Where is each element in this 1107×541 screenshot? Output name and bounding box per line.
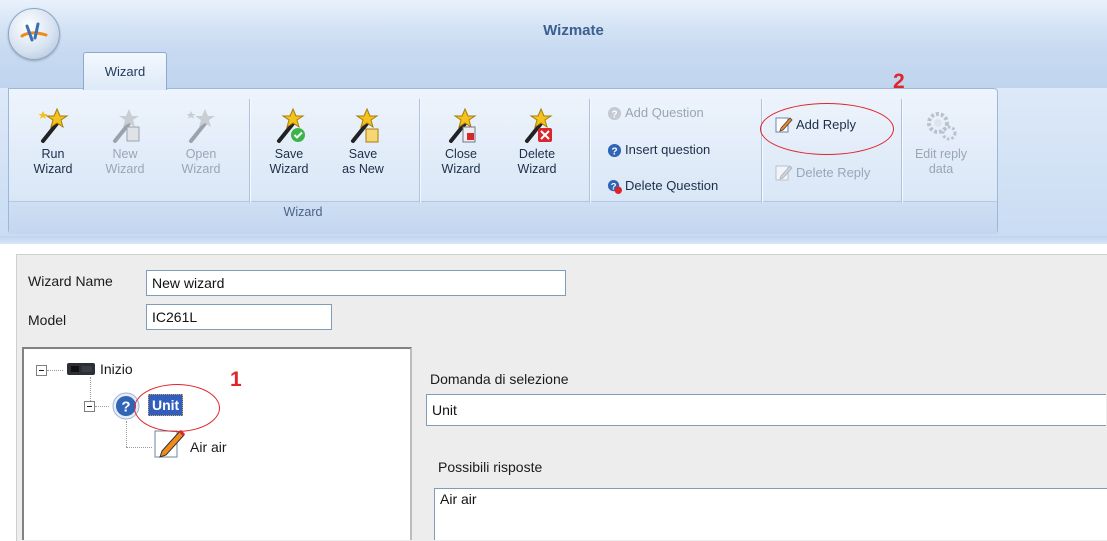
app-logo-icon <box>20 22 48 42</box>
model-label: Model <box>28 312 67 328</box>
add-question-label: Add Question <box>625 105 704 120</box>
wizard-name-label: Wizard Name <box>28 273 113 289</box>
question-icon: ? <box>607 143 622 157</box>
new-wizard-button[interactable]: New Wizard <box>93 105 157 177</box>
tree-line <box>90 377 91 403</box>
save-as-new-button[interactable]: Save as New <box>331 105 395 177</box>
app-title: Wizmate <box>543 22 604 39</box>
question-tree[interactable]: Inizio ? Unit Air air <box>22 347 412 540</box>
collapse-root-button[interactable] <box>36 365 47 376</box>
annotation-marker-2: 2 <box>893 70 905 93</box>
magic-wand-icon <box>38 107 69 143</box>
question-details-pane: Domanda di selezione Possibili risposte … <box>414 347 1107 540</box>
save-wizard-label: Save Wizard <box>269 147 309 176</box>
question-text-field[interactable] <box>426 394 1106 426</box>
magic-wand-save-as-icon <box>351 107 379 143</box>
close-wizard-button[interactable]: Close Wizard <box>429 105 493 177</box>
model-field[interactable] <box>146 304 332 330</box>
tree-node-air-air[interactable]: Air air <box>190 439 227 455</box>
annotation-marker-1: 1 <box>230 368 242 391</box>
insert-question-button[interactable]: ? Insert question <box>607 140 710 160</box>
edit-reply-data-label: Edit reply data <box>914 147 968 176</box>
magic-wand-open-icon <box>186 109 215 143</box>
svg-text:?: ? <box>611 146 617 157</box>
save-as-new-label: Save as New <box>342 147 384 176</box>
tree-line <box>126 447 152 448</box>
new-wizard-label: New Wizard <box>105 147 145 176</box>
gears-icon <box>927 112 957 141</box>
device-icon <box>67 363 95 375</box>
ribbon-group-label: Wizard <box>283 205 323 219</box>
question-label: Domanda di selezione <box>430 371 569 387</box>
delete-reply-button[interactable]: Delete Reply <box>775 163 870 183</box>
tree-line <box>95 406 109 407</box>
ribbon-separator <box>589 99 590 203</box>
magic-wand-close-icon <box>449 107 477 143</box>
tab-wizard[interactable]: Wizard <box>83 52 167 90</box>
ribbon-separator <box>249 99 250 203</box>
tree-root-label[interactable]: Inizio <box>100 361 133 377</box>
insert-question-label: Insert question <box>625 142 711 157</box>
body-divider <box>0 236 1107 244</box>
application-orb-button[interactable] <box>8 8 60 60</box>
edit-reply-data-button[interactable]: Edit reply data <box>907 105 975 177</box>
delete-question-button[interactable]: ? Delete Question <box>607 176 718 196</box>
question-delete-icon: ? <box>607 179 622 194</box>
close-wizard-label: Close Wizard <box>441 147 481 176</box>
replies-list[interactable]: Air air <box>434 488 1107 540</box>
magic-wand-delete-icon <box>525 107 553 143</box>
open-wizard-label: Open Wizard <box>181 147 221 176</box>
add-question-button[interactable]: ? Add Question <box>607 103 704 123</box>
collapse-question-button[interactable] <box>84 401 95 412</box>
annotation-circle-1 <box>134 384 220 432</box>
run-wizard-button[interactable]: Run Wizard <box>21 105 85 177</box>
ribbon-separator <box>419 99 420 203</box>
magic-wand-new-icon <box>113 109 140 143</box>
open-wizard-button[interactable]: Open Wizard <box>169 105 233 177</box>
pencil-delete-icon <box>775 165 793 181</box>
replies-label: Possibili risposte <box>438 459 543 475</box>
question-add-icon: ? <box>607 106 622 120</box>
delete-question-label: Delete Question <box>625 178 719 193</box>
ribbon-separator <box>901 99 902 203</box>
delete-wizard-label: Delete Wizard <box>517 147 557 176</box>
svg-text:?: ? <box>611 109 617 120</box>
title-bar: Wizmate <box>0 0 1107 48</box>
wizard-name-field[interactable] <box>146 270 566 296</box>
ribbon-separator <box>761 99 762 203</box>
tree-line <box>47 370 63 371</box>
svg-text:?: ? <box>121 399 130 416</box>
delete-wizard-button[interactable]: Delete Wizard <box>505 105 569 177</box>
delete-reply-label: Delete Reply <box>796 165 871 180</box>
tree-line <box>126 421 127 447</box>
save-wizard-button[interactable]: Save Wizard <box>257 105 321 177</box>
run-wizard-label: Run Wizard <box>33 147 73 176</box>
reply-item[interactable]: Air air <box>440 491 477 507</box>
magic-wand-save-icon <box>277 107 305 143</box>
annotation-circle-2 <box>760 103 894 155</box>
